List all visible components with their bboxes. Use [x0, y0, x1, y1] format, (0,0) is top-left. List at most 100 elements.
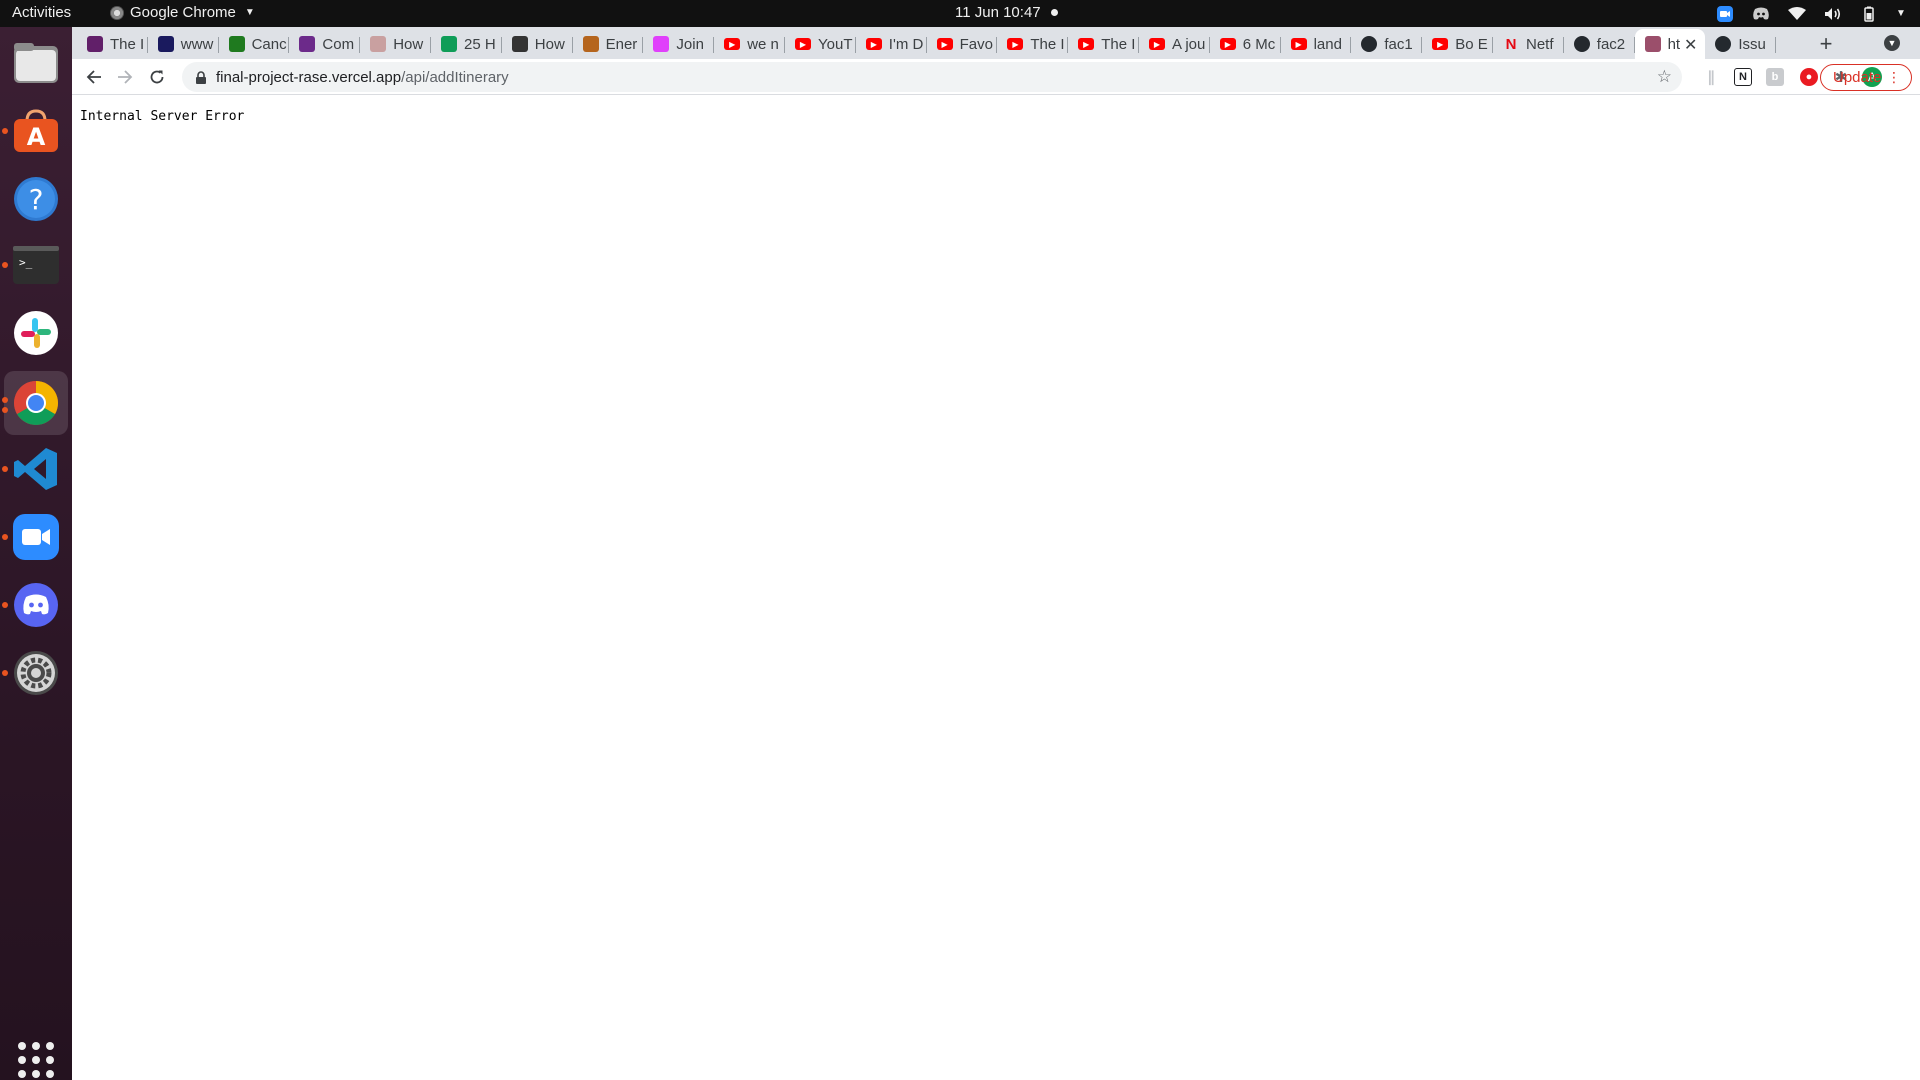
- running-indicator: [2, 128, 8, 134]
- show-applications-button[interactable]: [18, 1042, 54, 1078]
- tab-13[interactable]: ▶ Favo: [927, 29, 998, 59]
- zoom-tray-icon[interactable]: [1716, 5, 1734, 22]
- running-indicator: [2, 602, 8, 608]
- tab-search-button[interactable]: ▼: [1884, 35, 1900, 51]
- svg-text:?: ?: [29, 183, 44, 216]
- dock-settings[interactable]: [4, 641, 68, 705]
- grid-favicon-icon: [441, 36, 457, 52]
- reload-button[interactable]: [145, 65, 169, 89]
- tab-22[interactable]: fac2: [1564, 29, 1635, 59]
- tab-21[interactable]: N Netf: [1493, 29, 1564, 59]
- bookmark-star-icon[interactable]: ☆: [1657, 67, 1672, 87]
- dock-terminal[interactable]: >_: [4, 233, 68, 297]
- dock-ubuntu-software[interactable]: A: [4, 99, 68, 163]
- tab-label: YouT: [818, 35, 853, 53]
- tab-4[interactable]: Com: [289, 29, 361, 59]
- running-indicator: [2, 397, 8, 403]
- url-host: final-project-rase.vercel.app: [216, 68, 402, 86]
- adblock-extension-icon[interactable]: ●: [1800, 68, 1818, 86]
- grid-dot-icon: [46, 1070, 54, 1078]
- dock-chrome[interactable]: [4, 371, 68, 435]
- tab-label: Issu: [1738, 35, 1766, 53]
- tab-17[interactable]: ▶ 6 Mc: [1210, 29, 1281, 59]
- app-menu[interactable]: Google Chrome ▼: [110, 4, 255, 21]
- tab-label: Join: [676, 35, 704, 53]
- tab-18[interactable]: ▶ land: [1281, 29, 1352, 59]
- slack-favicon-icon: [87, 36, 103, 52]
- reload-icon: [150, 70, 164, 84]
- lock-icon[interactable]: [196, 71, 206, 84]
- tab-11[interactable]: ▶ YouT: [785, 29, 856, 59]
- dock-discord[interactable]: [4, 573, 68, 637]
- software-store-icon: A: [14, 109, 58, 152]
- tab-12[interactable]: ▶ I'm D: [856, 29, 927, 59]
- dock-zoom[interactable]: [4, 505, 68, 569]
- settings-icon: [14, 651, 58, 695]
- tab-1[interactable]: The I: [77, 29, 148, 59]
- tab-8[interactable]: Ener: [573, 29, 644, 59]
- volume-icon[interactable]: [1824, 6, 1842, 22]
- chrome-app-icon: [110, 5, 124, 20]
- running-indicator: [2, 262, 8, 268]
- tab-3[interactable]: Canc: [219, 29, 290, 59]
- tab-10[interactable]: ▶ we n: [714, 29, 785, 59]
- running-indicator: [2, 670, 8, 676]
- youtube-favicon-icon: ▶: [1432, 38, 1449, 50]
- tab-label: Bo E: [1455, 35, 1488, 53]
- tab-19[interactable]: fac1: [1351, 29, 1423, 59]
- back-button[interactable]: [82, 65, 106, 89]
- tab-6[interactable]: 25 H: [431, 29, 502, 59]
- svg-text:>_: >_: [19, 256, 33, 269]
- circle-favicon-icon: [299, 36, 316, 52]
- dock-slack[interactable]: [4, 301, 68, 365]
- chrome-icon: [14, 381, 58, 425]
- tab-16[interactable]: ▶ A jou: [1139, 29, 1210, 59]
- battery-icon[interactable]: [1860, 6, 1878, 22]
- github-favicon-icon: [1361, 36, 1378, 52]
- notification-dot-icon: [1050, 9, 1058, 16]
- tab-9[interactable]: Join: [643, 29, 715, 59]
- site-favicon-icon: [157, 36, 174, 52]
- tab-15[interactable]: ▶ The I: [1068, 29, 1139, 59]
- arrow-right-icon: [118, 70, 133, 84]
- extension-feather-icon[interactable]: ∥: [1702, 68, 1720, 86]
- tab-label: Favo: [959, 35, 993, 53]
- clock-datetime: 11 Jun 10:47: [955, 4, 1041, 21]
- running-indicator: [2, 407, 8, 413]
- close-tab-icon[interactable]: ✕: [1684, 35, 1697, 55]
- grid-dot-icon: [18, 1070, 26, 1078]
- discord-tray-icon[interactable]: [1752, 6, 1770, 22]
- tab-5[interactable]: How: [360, 29, 431, 59]
- activities-button[interactable]: Activities: [12, 4, 71, 21]
- tab-label: The I: [1030, 35, 1065, 53]
- tab-label: 6 Mc: [1242, 35, 1276, 53]
- tab-7[interactable]: How: [502, 29, 573, 59]
- update-button[interactable]: Update ⋮: [1820, 64, 1912, 91]
- tab-24[interactable]: Issu: [1705, 29, 1777, 59]
- tab-2[interactable]: www: [148, 29, 219, 59]
- forward-button[interactable]: [113, 65, 137, 89]
- discord-icon: [14, 583, 58, 627]
- address-bar[interactable]: final-project-rase.vercel.app/api/addIti…: [182, 62, 1682, 92]
- tab-label: The I: [1101, 35, 1136, 53]
- clock[interactable]: 11 Jun 10:47: [955, 4, 1058, 21]
- tab-23[interactable]: ht ✕: [1634, 29, 1706, 59]
- tab-20[interactable]: ▶ Bo E: [1422, 29, 1493, 59]
- new-tab-button[interactable]: +: [1812, 30, 1840, 58]
- system-menu-chevron-icon[interactable]: ▼: [1896, 6, 1906, 22]
- system-tray[interactable]: ▼: [1716, 3, 1906, 24]
- github-favicon-icon: [1715, 36, 1732, 52]
- ubuntu-dock: A ? >_: [0, 27, 72, 1080]
- chevron-down-icon: ▼: [244, 7, 255, 18]
- youtube-favicon-icon: ▶: [865, 38, 882, 50]
- blob-favicon-icon: [653, 36, 670, 52]
- dock-help[interactable]: ?: [4, 167, 68, 231]
- notion-extension-icon[interactable]: N: [1734, 68, 1752, 86]
- tab-14[interactable]: ▶ The I: [997, 29, 1069, 59]
- wifi-icon[interactable]: [1788, 6, 1806, 22]
- dock-vscode[interactable]: [4, 437, 68, 501]
- netflix-favicon-icon: N: [1505, 35, 1517, 53]
- dock-files[interactable]: [4, 31, 68, 95]
- extension-grey-icon[interactable]: b: [1766, 68, 1784, 86]
- tab-separator: [1775, 37, 1777, 53]
